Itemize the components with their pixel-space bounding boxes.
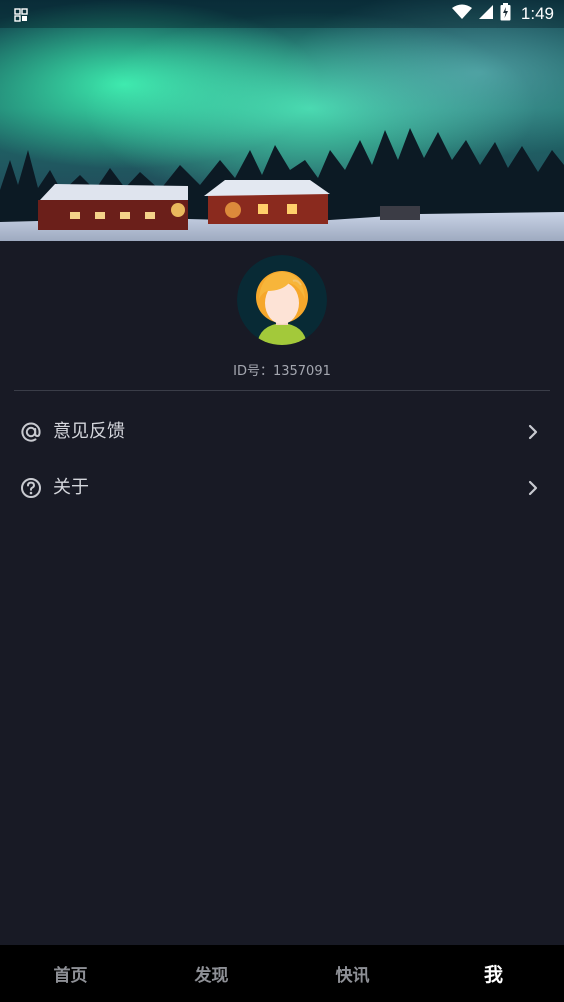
bottom-tab-bar: 首页 发现 快讯 我	[0, 945, 564, 1002]
avatar[interactable]	[237, 255, 327, 345]
chevron-right-icon	[526, 424, 540, 440]
tab-home[interactable]: 首页	[0, 945, 141, 1002]
app-notification-icon	[14, 7, 28, 22]
menu-item-label: 关于	[53, 477, 89, 498]
menu-item-about[interactable]: 关于	[0, 460, 564, 516]
menu-item-feedback[interactable]: 意见反馈	[0, 404, 564, 460]
question-circle-icon	[20, 477, 42, 499]
cell-signal-icon	[478, 4, 494, 24]
chevron-right-icon	[526, 480, 540, 496]
at-sign-icon	[20, 421, 42, 443]
profile-section: ID号：1357091	[0, 241, 564, 391]
header-banner-image	[0, 0, 564, 241]
tab-me[interactable]: 我	[423, 945, 564, 1002]
status-time: 1:49	[520, 4, 554, 23]
menu-item-label: 意见反馈	[53, 421, 125, 442]
user-id-label: ID号：1357091	[233, 364, 331, 379]
settings-menu: 意见反馈 关于	[0, 404, 564, 516]
wifi-icon	[451, 4, 472, 24]
divider	[14, 390, 550, 391]
status-bar: 1:49	[0, 0, 564, 28]
tab-discover[interactable]: 发现	[141, 945, 282, 1002]
tab-news-flash[interactable]: 快讯	[282, 945, 423, 1002]
battery-charging-icon	[500, 3, 511, 25]
